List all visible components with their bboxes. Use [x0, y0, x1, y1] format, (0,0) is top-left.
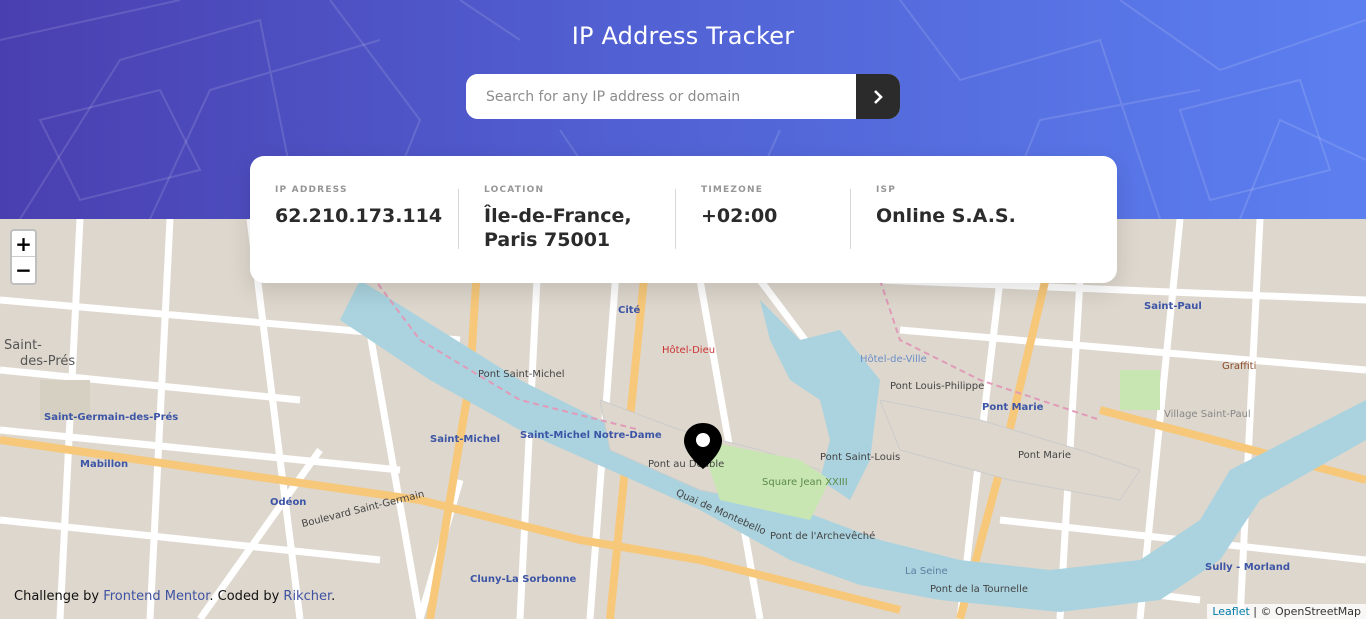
location-label: LOCATION: [484, 185, 545, 195]
isp-label: ISP: [876, 185, 897, 195]
isp-value: Online S.A.S.: [876, 205, 1016, 227]
chevron-right-icon: [874, 89, 883, 104]
map-label: Pont Louis-Philippe: [890, 381, 985, 392]
map-label: Mabillon: [80, 459, 129, 470]
frontend-mentor-link[interactable]: Frontend Mentor: [103, 589, 209, 604]
map-label: Pont de la Tournelle: [930, 584, 1028, 595]
ip-address-label: IP ADDRESS: [275, 185, 348, 195]
map-label: Pont Marie: [982, 402, 1044, 413]
location-section: LOCATION Île-de-France, Paris 75001: [484, 185, 632, 252]
map-label: Square Jean XXIII: [762, 477, 848, 488]
isp-section: ISP Online S.A.S.: [876, 185, 1016, 228]
leaflet-link[interactable]: Leaflet: [1212, 605, 1249, 618]
map-label: Saint-Paul: [1144, 301, 1202, 312]
map-label: Pont Saint-Louis: [820, 452, 901, 463]
map-label: Saint-Michel: [430, 434, 501, 445]
map-label: Saint-Germain-des-Prés: [44, 412, 179, 423]
map-label: Sully - Morland: [1205, 562, 1291, 573]
map-label: Saint-: [4, 338, 42, 353]
map-label: Cluny-La Sorbonne: [470, 574, 577, 585]
map-label: des-Prés: [20, 354, 76, 369]
search-bar: [466, 74, 900, 119]
map-label: Pont Marie: [1018, 450, 1072, 461]
page-title: IP Address Tracker: [571, 22, 795, 50]
attribution-suffix: .: [331, 589, 336, 604]
map-label: Graffiti: [1222, 361, 1257, 372]
divider: [675, 189, 676, 249]
zoom-control: + −: [10, 229, 37, 285]
osm-attribution: | © OpenStreetMap: [1249, 605, 1361, 618]
zoom-out-button[interactable]: −: [12, 257, 35, 283]
map-label: La Seine: [905, 566, 948, 577]
divider: [458, 189, 459, 249]
attribution: Challenge by Frontend Mentor. Coded by R…: [14, 589, 335, 604]
location-pin-icon[interactable]: [683, 422, 723, 470]
leaflet-attribution: Leaflet | © OpenStreetMap: [1207, 604, 1366, 619]
map-label: Village Saint-Paul: [1164, 409, 1251, 420]
ip-address-value: 62.210.173.114: [275, 205, 443, 227]
author-link[interactable]: Rikcher: [283, 589, 331, 604]
search-button[interactable]: [856, 74, 900, 119]
attribution-middle: . Coded by: [209, 589, 284, 604]
map-label: Cité: [618, 305, 641, 316]
map-label: Hôtel-Dieu: [662, 345, 716, 356]
map-label: Saint-Michel Notre-Dame: [520, 430, 662, 441]
map-label: Pont Saint-Michel: [478, 369, 565, 380]
location-line-1: Île-de-France,: [484, 205, 632, 227]
search-input[interactable]: [466, 74, 856, 119]
attribution-prefix: Challenge by: [14, 589, 104, 604]
location-line-2: Paris 75001: [484, 229, 611, 251]
location-value: Île-de-France, Paris 75001: [484, 204, 632, 252]
zoom-in-button[interactable]: +: [12, 231, 35, 257]
divider: [850, 189, 851, 249]
map-label: Hôtel-de-Ville: [860, 354, 927, 365]
ip-address-section: IP ADDRESS 62.210.173.114: [275, 185, 442, 228]
map-label: Pont de l'Archevêché: [770, 531, 876, 542]
timezone-section: TIMEZONE +02:00: [701, 185, 777, 228]
map-label: Odéon: [270, 497, 307, 508]
timezone-value: +02:00: [701, 205, 778, 227]
ip-info-card: IP ADDRESS 62.210.173.114 LOCATION Île-d…: [250, 156, 1117, 283]
timezone-label: TIMEZONE: [701, 185, 764, 195]
